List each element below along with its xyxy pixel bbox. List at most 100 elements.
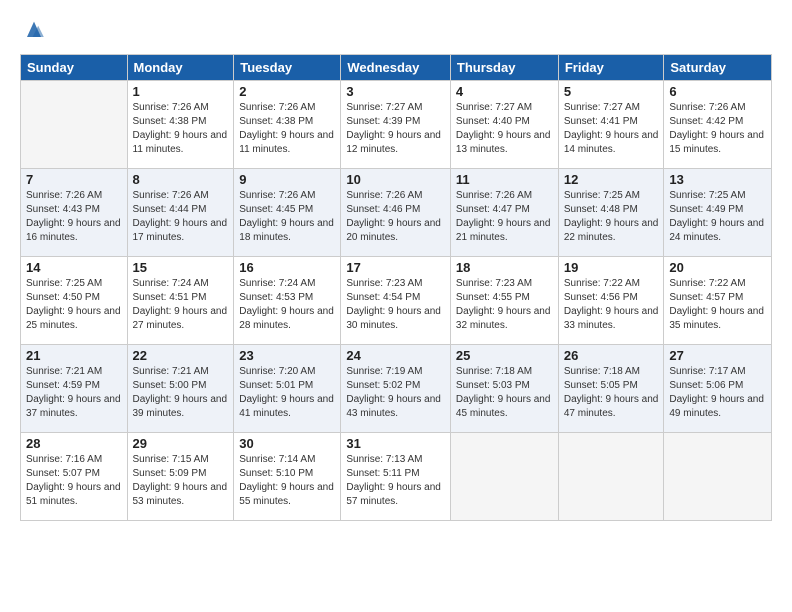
day-info: Sunrise: 7:20 AMSunset: 5:01 PMDaylight:… <box>239 365 335 421</box>
day-info: Sunrise: 7:26 AMSunset: 4:42 PMDaylight:… <box>669 101 766 157</box>
calendar-day-cell <box>558 433 664 521</box>
day-number: 5 <box>564 84 659 99</box>
day-number: 16 <box>239 260 335 275</box>
calendar-day-cell: 23 Sunrise: 7:20 AMSunset: 5:01 PMDayligh… <box>234 345 341 433</box>
day-number: 12 <box>564 172 659 187</box>
week-row-2: 7 Sunrise: 7:26 AMSunset: 4:43 PMDaylight… <box>21 169 772 257</box>
day-number: 13 <box>669 172 766 187</box>
day-number: 19 <box>564 260 659 275</box>
calendar-day-cell: 21Sunrise: 7:21 AMSunset: 4:59 PMDayligh… <box>21 345 128 433</box>
day-number: 1 <box>133 84 229 99</box>
col-wednesday: Wednesday <box>341 55 451 81</box>
calendar-day-cell <box>450 433 558 521</box>
week-row-3: 14Sunrise: 7:25 AMSunset: 4:50 PMDayligh… <box>21 257 772 345</box>
calendar-day-cell: 7 Sunrise: 7:26 AMSunset: 4:43 PMDaylight… <box>21 169 128 257</box>
day-number: 10 <box>346 172 445 187</box>
day-number: 9 <box>239 172 335 187</box>
day-number: 30 <box>239 436 335 451</box>
day-info: Sunrise: 7:17 AMSunset: 5:06 PMDaylight:… <box>669 365 766 421</box>
calendar-day-cell: 11 Sunrise: 7:26 AMSunset: 4:47 PMDayligh… <box>450 169 558 257</box>
calendar-day-cell: 19 Sunrise: 7:22 AMSunset: 4:56 PMDayligh… <box>558 257 664 345</box>
day-info: Sunrise: 7:19 AMSunset: 5:02 PMDaylight:… <box>346 365 445 421</box>
day-info: Sunrise: 7:18 AMSunset: 5:05 PMDaylight:… <box>564 365 659 421</box>
logo-icon <box>20 16 48 44</box>
day-number: 31 <box>346 436 445 451</box>
calendar-day-cell: 17 Sunrise: 7:23 AMSunset: 4:54 PMDayligh… <box>341 257 451 345</box>
calendar-day-cell: 18Sunrise: 7:23 AMSunset: 4:55 PMDayligh… <box>450 257 558 345</box>
day-number: 3 <box>346 84 445 99</box>
day-info: Sunrise: 7:26 AMSunset: 4:38 PMDaylight:… <box>133 101 229 157</box>
page-header <box>20 16 772 44</box>
day-number: 25 <box>456 348 553 363</box>
day-number: 23 <box>239 348 335 363</box>
day-number: 28 <box>26 436 122 451</box>
calendar-day-cell: 12Sunrise: 7:25 AMSunset: 4:48 PMDayligh… <box>558 169 664 257</box>
calendar-day-cell: 9 Sunrise: 7:26 AMSunset: 4:45 PMDaylight… <box>234 169 341 257</box>
week-row-5: 28 Sunrise: 7:16 AMSunset: 5:07 PMDayligh… <box>21 433 772 521</box>
day-info: Sunrise: 7:13 AMSunset: 5:11 PMDaylight:… <box>346 453 445 509</box>
col-friday: Friday <box>558 55 664 81</box>
day-number: 21 <box>26 348 122 363</box>
col-tuesday: Tuesday <box>234 55 341 81</box>
calendar-day-cell: 4 Sunrise: 7:27 AMSunset: 4:40 PMDaylight… <box>450 81 558 169</box>
day-info: Sunrise: 7:26 AMSunset: 4:45 PMDaylight:… <box>239 189 335 245</box>
calendar-page: Sunday Monday Tuesday Wednesday Thursday… <box>0 0 792 531</box>
calendar-day-cell: 22 Sunrise: 7:21 AMSunset: 5:00 PMDayligh… <box>127 345 234 433</box>
calendar-day-cell: 29 Sunrise: 7:15 AMSunset: 5:09 PMDayligh… <box>127 433 234 521</box>
calendar-day-cell: 26Sunrise: 7:18 AMSunset: 5:05 PMDayligh… <box>558 345 664 433</box>
day-number: 4 <box>456 84 553 99</box>
col-saturday: Saturday <box>664 55 772 81</box>
day-info: Sunrise: 7:27 AMSunset: 4:40 PMDaylight:… <box>456 101 553 157</box>
calendar-day-cell: 20 Sunrise: 7:22 AMSunset: 4:57 PMDayligh… <box>664 257 772 345</box>
day-info: Sunrise: 7:24 AMSunset: 4:53 PMDaylight:… <box>239 277 335 333</box>
calendar-day-cell: 13 Sunrise: 7:25 AMSunset: 4:49 PMDayligh… <box>664 169 772 257</box>
day-info: Sunrise: 7:25 AMSunset: 4:49 PMDaylight:… <box>669 189 766 245</box>
day-info: Sunrise: 7:14 AMSunset: 5:10 PMDaylight:… <box>239 453 335 509</box>
day-info: Sunrise: 7:22 AMSunset: 4:57 PMDaylight:… <box>669 277 766 333</box>
logo <box>20 16 52 44</box>
day-info: Sunrise: 7:16 AMSunset: 5:07 PMDaylight:… <box>26 453 122 509</box>
week-row-4: 21Sunrise: 7:21 AMSunset: 4:59 PMDayligh… <box>21 345 772 433</box>
calendar-day-cell: 16 Sunrise: 7:24 AMSunset: 4:53 PMDayligh… <box>234 257 341 345</box>
day-info: Sunrise: 7:26 AMSunset: 4:38 PMDaylight:… <box>239 101 335 157</box>
day-info: Sunrise: 7:18 AMSunset: 5:03 PMDaylight:… <box>456 365 553 421</box>
day-number: 7 <box>26 172 122 187</box>
calendar-day-cell: 25 Sunrise: 7:18 AMSunset: 5:03 PMDayligh… <box>450 345 558 433</box>
calendar-day-cell: 10 Sunrise: 7:26 AMSunset: 4:46 PMDayligh… <box>341 169 451 257</box>
day-number: 27 <box>669 348 766 363</box>
calendar-table: Sunday Monday Tuesday Wednesday Thursday… <box>20 54 772 521</box>
day-info: Sunrise: 7:27 AMSunset: 4:41 PMDaylight:… <box>564 101 659 157</box>
day-info: Sunrise: 7:24 AMSunset: 4:51 PMDaylight:… <box>133 277 229 333</box>
day-info: Sunrise: 7:25 AMSunset: 4:50 PMDaylight:… <box>26 277 122 333</box>
day-number: 20 <box>669 260 766 275</box>
calendar-day-cell <box>664 433 772 521</box>
day-number: 22 <box>133 348 229 363</box>
calendar-day-cell: 15 Sunrise: 7:24 AMSunset: 4:51 PMDayligh… <box>127 257 234 345</box>
day-info: Sunrise: 7:21 AMSunset: 5:00 PMDaylight:… <box>133 365 229 421</box>
calendar-day-cell: 24Sunrise: 7:19 AMSunset: 5:02 PMDayligh… <box>341 345 451 433</box>
calendar-day-cell: 30 Sunrise: 7:14 AMSunset: 5:10 PMDayligh… <box>234 433 341 521</box>
calendar-day-cell: 31 Sunrise: 7:13 AMSunset: 5:11 PMDayligh… <box>341 433 451 521</box>
day-number: 29 <box>133 436 229 451</box>
col-monday: Monday <box>127 55 234 81</box>
calendar-day-cell: 3 Sunrise: 7:27 AMSunset: 4:39 PMDaylight… <box>341 81 451 169</box>
calendar-day-cell: 6Sunrise: 7:26 AMSunset: 4:42 PMDaylight… <box>664 81 772 169</box>
day-info: Sunrise: 7:22 AMSunset: 4:56 PMDaylight:… <box>564 277 659 333</box>
calendar-day-cell: 28 Sunrise: 7:16 AMSunset: 5:07 PMDayligh… <box>21 433 128 521</box>
day-info: Sunrise: 7:26 AMSunset: 4:43 PMDaylight:… <box>26 189 122 245</box>
day-number: 11 <box>456 172 553 187</box>
calendar-day-cell: 8Sunrise: 7:26 AMSunset: 4:44 PMDaylight… <box>127 169 234 257</box>
calendar-day-cell <box>21 81 128 169</box>
day-number: 15 <box>133 260 229 275</box>
calendar-day-cell: 1 Sunrise: 7:26 AMSunset: 4:38 PMDaylight… <box>127 81 234 169</box>
day-info: Sunrise: 7:15 AMSunset: 5:09 PMDaylight:… <box>133 453 229 509</box>
day-info: Sunrise: 7:26 AMSunset: 4:47 PMDaylight:… <box>456 189 553 245</box>
week-row-1: 1 Sunrise: 7:26 AMSunset: 4:38 PMDaylight… <box>21 81 772 169</box>
calendar-day-cell: 5 Sunrise: 7:27 AMSunset: 4:41 PMDaylight… <box>558 81 664 169</box>
day-info: Sunrise: 7:26 AMSunset: 4:46 PMDaylight:… <box>346 189 445 245</box>
day-number: 17 <box>346 260 445 275</box>
day-info: Sunrise: 7:27 AMSunset: 4:39 PMDaylight:… <box>346 101 445 157</box>
day-info: Sunrise: 7:23 AMSunset: 4:54 PMDaylight:… <box>346 277 445 333</box>
day-number: 2 <box>239 84 335 99</box>
calendar-day-cell: 2 Sunrise: 7:26 AMSunset: 4:38 PMDaylight… <box>234 81 341 169</box>
